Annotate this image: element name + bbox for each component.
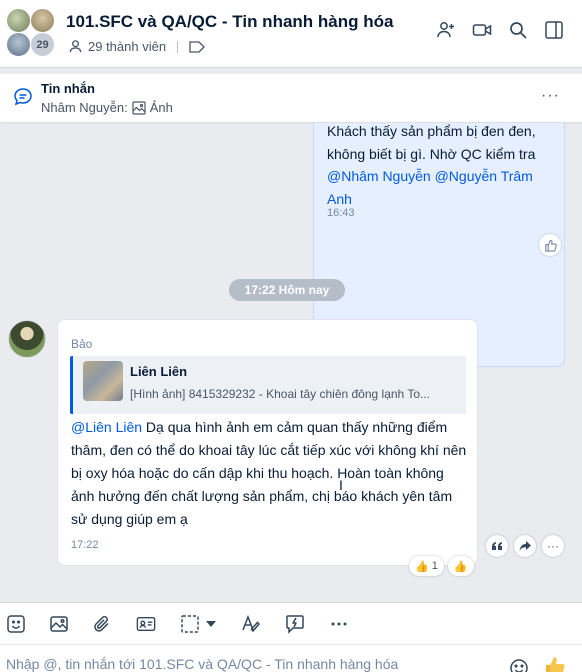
member-avatar: [6, 8, 31, 33]
mention-link[interactable]: @Nhâm Nguyễn: [327, 168, 431, 184]
pinned-preview: Nhâm Nguyễn: Ảnh: [41, 100, 173, 115]
message-text: Khách thấy sản phẩm bị đen đen, không bi…: [327, 123, 557, 210]
quoted-sender: Liên Liên: [130, 364, 188, 379]
members-info[interactable]: 29 thành viên: [68, 39, 205, 54]
pinned-title: Tin nhắn: [41, 81, 95, 96]
message-line: Khách thấy sản phẩm bị đen đen,: [327, 123, 536, 139]
image-icon: [132, 100, 146, 115]
chat-bubble-icon: [12, 86, 34, 108]
message-body: Dạ qua hình ảnh em cảm quan thấy những đ…: [71, 419, 467, 527]
message-time: 16:43: [327, 207, 355, 219]
message-line: không biết bị gì. Nhờ QC kiểm tra: [327, 145, 536, 162]
member-avatar: [30, 8, 55, 33]
contact-card-icon[interactable]: [136, 614, 156, 634]
thumbs-up-emoji-icon: 👍: [453, 560, 468, 573]
quick-like-icon[interactable]: [543, 655, 567, 672]
conversation-title[interactable]: 101.SFC và QA/QC - Tin nhanh hàng hóa: [66, 12, 393, 32]
message-text: @Liên Liên Dạ qua hình ảnh em cảm quan t…: [71, 416, 471, 531]
divider: [177, 40, 179, 53]
text-format-icon[interactable]: [241, 614, 261, 634]
quoted-message[interactable]: Liên Liên [Hình ảnh] 8415329232 - Khoai …: [70, 356, 466, 414]
more-options-icon[interactable]: [329, 614, 349, 634]
search-icon[interactable]: [508, 20, 528, 40]
reaction-count: 1: [431, 560, 438, 572]
chat-header: 29 101.SFC và QA/QC - Tin nhanh hàng hóa…: [0, 0, 582, 68]
more-icon[interactable]: ···: [542, 535, 564, 557]
incoming-message-bubble[interactable]: Bảo Liên Liên [Hình ảnh] 8415329232 - Kh…: [57, 319, 478, 566]
screenshot-icon[interactable]: [180, 614, 200, 634]
member-count-badge: 29: [30, 32, 55, 57]
sticker-icon[interactable]: [6, 614, 26, 634]
forward-icon[interactable]: [514, 535, 536, 557]
add-reaction-button[interactable]: 👍: [447, 556, 474, 576]
quoted-image-thumbnail: [83, 361, 123, 401]
chevron-down-icon[interactable]: [204, 614, 218, 634]
mention-link[interactable]: Anh: [327, 191, 352, 207]
pinned-message-bar[interactable]: Tin nhắn Nhâm Nguyễn: Ảnh ···: [0, 74, 582, 122]
thumbs-up-emoji-icon: 👍: [415, 560, 429, 573]
quote-reply-icon[interactable]: [486, 535, 508, 557]
sidebar-toggle-icon[interactable]: [544, 20, 564, 40]
pinned-sender: Nhâm Nguyễn:: [41, 100, 128, 115]
add-member-icon[interactable]: [436, 20, 456, 40]
group-avatar[interactable]: 29: [6, 8, 56, 58]
message-input[interactable]: [6, 656, 496, 672]
avatar[interactable]: [8, 320, 46, 358]
reaction-bar: 👍 1 👍: [409, 556, 474, 576]
message-actions: ···: [486, 535, 564, 557]
attachment-icon[interactable]: [92, 614, 112, 634]
text-cursor-icon: I: [339, 477, 343, 493]
user-icon: [68, 39, 83, 54]
members-count-label: 29 thành viên: [88, 39, 167, 54]
video-call-icon[interactable]: [472, 20, 492, 40]
quoted-text: [Hình ảnh] 8415329232 - Khoai tây chiên …: [130, 387, 431, 401]
emoji-icon[interactable]: [509, 658, 529, 672]
like-reaction-button[interactable]: [539, 234, 561, 256]
more-icon[interactable]: ···: [541, 87, 560, 105]
mention-link[interactable]: @Nguyễn Trâm: [435, 168, 533, 184]
tag-icon[interactable]: [189, 40, 205, 53]
member-avatar: [6, 32, 31, 57]
quick-message-icon[interactable]: [285, 614, 305, 634]
message-list[interactable]: Khách thấy sản phẩm bị đen đen, không bi…: [0, 123, 582, 602]
mention-link[interactable]: @Liên Liên: [71, 419, 142, 435]
image-icon[interactable]: [49, 614, 69, 634]
message-time: 17:22: [71, 539, 99, 551]
pinned-attachment: Ảnh: [149, 100, 173, 115]
time-separator: 17:22 Hôm nay: [229, 279, 345, 301]
sender-name[interactable]: Bảo: [71, 337, 92, 351]
message-composer: [0, 645, 582, 672]
reaction-summary[interactable]: 👍 1: [409, 556, 444, 576]
composer-toolbar: [0, 602, 582, 645]
